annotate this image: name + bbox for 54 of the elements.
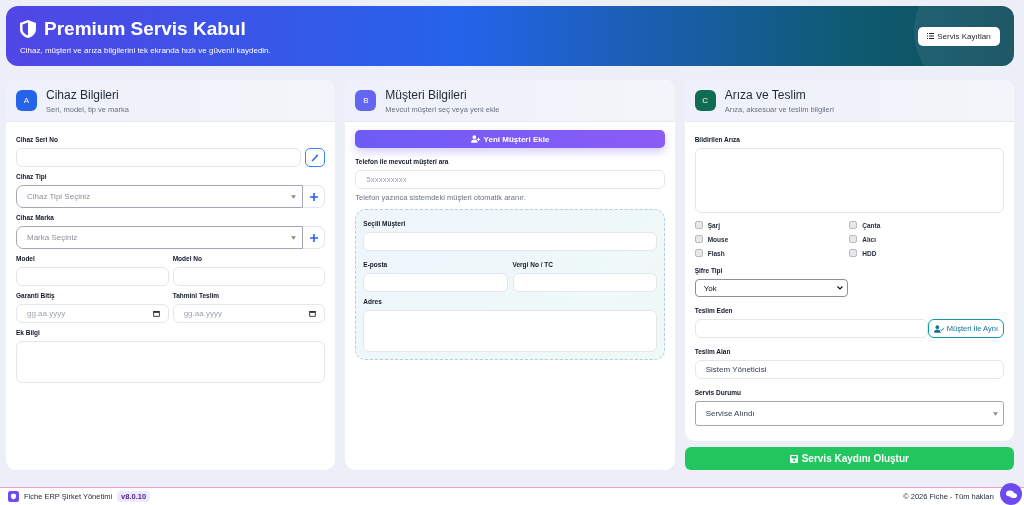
input-field[interactable] xyxy=(172,267,326,286)
checkbox[interactable] xyxy=(694,249,703,257)
logo-icon xyxy=(8,491,19,502)
select-field[interactable]: Yok xyxy=(694,279,848,297)
input-field[interactable] xyxy=(363,273,508,292)
input-field[interactable] xyxy=(363,232,657,251)
submit-button[interactable]: Servis Kaydını Oluştur xyxy=(684,447,1014,470)
input-field[interactable] xyxy=(16,148,302,167)
card-title: Cihaz Bilgileri xyxy=(46,87,120,102)
add-button[interactable] xyxy=(303,226,326,249)
add-button[interactable] xyxy=(303,185,326,208)
select-field[interactable]: Servise Alındı xyxy=(694,401,1004,426)
add-customer-button[interactable]: Yeni Müşteri Ekle xyxy=(355,130,665,148)
phone-search-field[interactable]: 5xxxxxxxxx xyxy=(355,170,665,189)
text-area[interactable] xyxy=(694,148,1004,213)
checkbox[interactable] xyxy=(849,235,858,243)
checkbox[interactable] xyxy=(694,221,703,229)
input-field[interactable] xyxy=(694,319,928,338)
input-field[interactable]: gg.aa.yyyy xyxy=(172,304,326,323)
page-subtitle: Cihaz, müşteri ve arıza bilgilerini tek ekranda hızlı ve güvenli kaydedin. xyxy=(20,45,271,55)
list-icon xyxy=(927,33,935,39)
checkbox[interactable] xyxy=(849,221,858,229)
checkbox[interactable] xyxy=(849,249,858,257)
service-records-button[interactable]: Servis Kayıtları xyxy=(918,26,1000,46)
input-field[interactable] xyxy=(512,273,657,292)
section-badge: A xyxy=(16,90,37,111)
calendar-icon[interactable] xyxy=(309,310,317,317)
shield-icon xyxy=(20,19,36,38)
select-field[interactable]: Marka Seçiniz xyxy=(16,226,304,249)
input-field[interactable] xyxy=(16,267,169,286)
card-title: Arıza ve Teslim xyxy=(724,87,807,102)
section-badge: C xyxy=(694,90,716,111)
chat-icon xyxy=(1005,489,1017,499)
checkbox[interactable] xyxy=(694,235,703,243)
card-title: Müşteri Bilgileri xyxy=(385,87,468,102)
calendar-icon[interactable] xyxy=(152,310,160,317)
caret-icon xyxy=(291,235,297,240)
wand-button[interactable] xyxy=(305,148,326,167)
user-check-icon xyxy=(933,324,944,333)
plus-icon xyxy=(309,192,318,201)
select-field[interactable]: Cihaz Tipi Seçiniz xyxy=(16,185,304,208)
section-badge: B xyxy=(355,90,377,111)
plus-icon xyxy=(309,233,318,242)
chevron-icon xyxy=(836,286,843,290)
caret-icon xyxy=(993,411,998,416)
chat-button[interactable] xyxy=(1000,483,1022,505)
input-field[interactable]: gg.aa.yyyy xyxy=(16,304,169,323)
user-plus-icon xyxy=(470,135,481,143)
text-area[interactable] xyxy=(363,310,657,352)
page-title: Premium Servis Kabul xyxy=(44,17,246,40)
input-field[interactable]: Sistem Yöneticisi xyxy=(694,360,1004,379)
save-icon xyxy=(789,454,798,463)
caret-icon xyxy=(291,194,297,199)
text-area[interactable] xyxy=(16,341,326,383)
